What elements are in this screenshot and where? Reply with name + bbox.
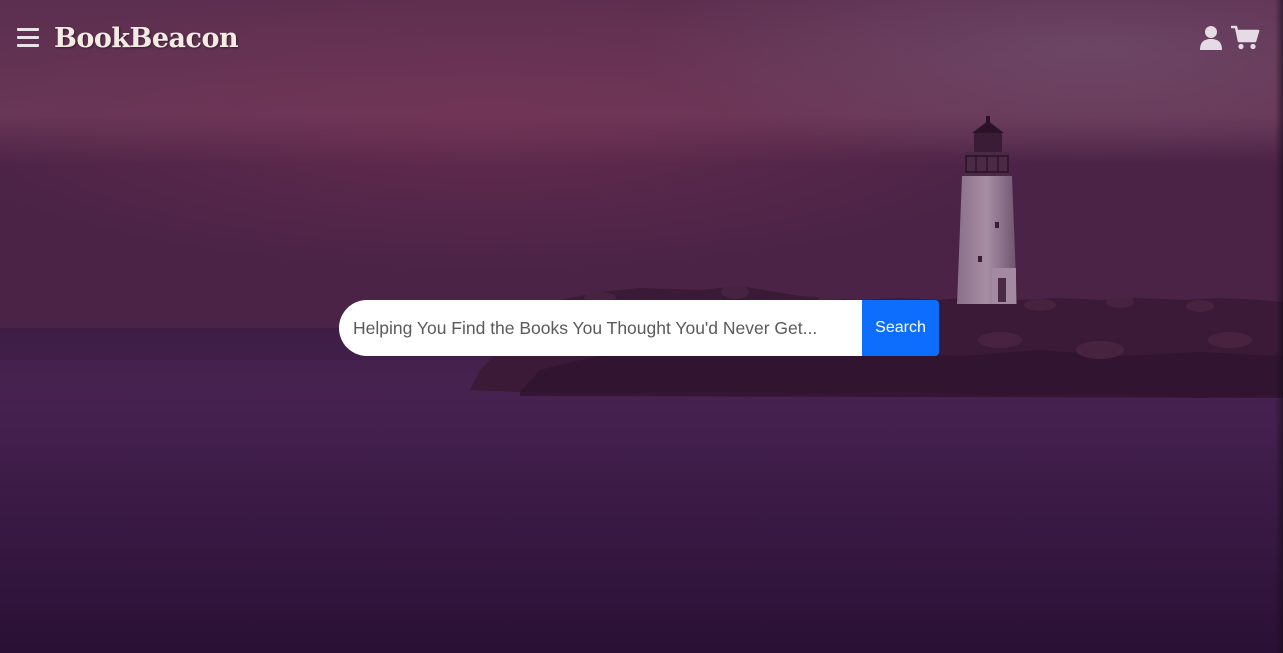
top-navigation-bar: BookBeacon [0, 0, 1283, 78]
brand-logo-text[interactable]: BookBeacon [54, 21, 239, 57]
search-button[interactable]: Search [862, 300, 939, 356]
search-input[interactable] [339, 300, 862, 356]
hero-background: BookBeacon Search [0, 0, 1283, 653]
search-form: Search [339, 300, 939, 356]
hamburger-menu-icon[interactable] [17, 27, 39, 49]
shopping-cart-icon[interactable] [1231, 25, 1260, 50]
scrollbar-edge [1275, 0, 1283, 653]
user-account-icon[interactable] [1199, 25, 1223, 50]
